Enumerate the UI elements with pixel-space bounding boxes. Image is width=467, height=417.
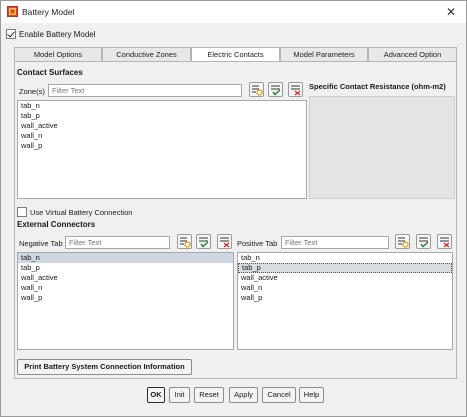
- init-button[interactable]: Init: [169, 387, 190, 403]
- check-list-icon: [419, 237, 429, 248]
- ok-button[interactable]: OK: [147, 387, 165, 403]
- positive-select-all-button[interactable]: [395, 234, 410, 249]
- window-title: Battery Model: [22, 7, 75, 17]
- list-item[interactable]: tab_n: [18, 253, 233, 263]
- list-item[interactable]: wall_active: [18, 121, 306, 131]
- negative-deselect-button[interactable]: [217, 234, 232, 249]
- check-list-icon: [199, 237, 209, 248]
- app-icon: [7, 6, 18, 17]
- list-item[interactable]: tab_p: [18, 111, 306, 121]
- check-list-icon: [271, 85, 281, 96]
- contact-resistance-area: [309, 96, 455, 199]
- positive-tab-filter-input[interactable]: [281, 236, 389, 249]
- zones-list[interactable]: tab_n tab_p wall_active wall_n wall_p: [17, 100, 307, 199]
- select-checked-zones-button[interactable]: [268, 82, 283, 97]
- list-item[interactable]: wall_p: [18, 293, 233, 303]
- tab-bar: Model Options Conductive Zones Electric …: [14, 47, 457, 62]
- positive-tab-list[interactable]: tab_n tab_p wall_active wall_n wall_p: [237, 252, 453, 350]
- zones-filter-input[interactable]: [48, 84, 242, 97]
- external-connectors-title: External Connectors: [17, 220, 96, 229]
- list-item[interactable]: wall_p: [18, 141, 306, 151]
- list-item[interactable]: wall_n: [238, 283, 452, 293]
- list-item[interactable]: wall_active: [18, 273, 233, 283]
- list-item[interactable]: tab_p: [18, 263, 233, 273]
- select-all-icon: [252, 85, 263, 96]
- virtual-battery-connection-label: Use Virtual Battery Connection: [30, 208, 133, 217]
- tab-model-options[interactable]: Model Options: [14, 47, 102, 61]
- select-all-icon: [180, 237, 191, 248]
- list-item[interactable]: tab_n: [238, 253, 452, 263]
- title-bar: Battery Model ✕: [1, 1, 466, 23]
- apply-button[interactable]: Apply: [229, 387, 258, 403]
- deselect-zones-button[interactable]: [288, 82, 303, 97]
- zones-label: Zone(s): [19, 87, 45, 96]
- negative-tab-list[interactable]: tab_n tab_p wall_active wall_n wall_p: [17, 252, 234, 350]
- deselect-list-icon: [440, 237, 450, 248]
- list-item[interactable]: wall_n: [18, 283, 233, 293]
- negative-tab-label: Negative Tab: [19, 239, 63, 248]
- tab-advanced-option[interactable]: Advanced Option: [368, 47, 457, 61]
- cancel-button[interactable]: Cancel: [262, 387, 296, 403]
- list-item[interactable]: tab_p: [238, 263, 452, 273]
- print-connection-info-button[interactable]: Print Battery System Connection Informat…: [17, 359, 192, 375]
- electric-contacts-panel: Contact Surfaces Zone(s) Filter Text tab…: [14, 61, 457, 379]
- list-item[interactable]: wall_active: [238, 273, 452, 283]
- tab-electric-contacts[interactable]: Electric Contacts: [191, 47, 280, 62]
- tab-model-parameters[interactable]: Model Parameters: [280, 47, 368, 61]
- list-item[interactable]: tab_n: [18, 101, 306, 111]
- positive-tab-label: Positive Tab: [237, 239, 278, 248]
- list-item[interactable]: wall_p: [238, 293, 452, 303]
- battery-model-dialog: Battery Model ✕ Enable Battery Model Mod…: [0, 0, 467, 417]
- negative-tab-filter-input[interactable]: [65, 236, 170, 249]
- deselect-list-icon: [220, 237, 230, 248]
- negative-select-checked-button[interactable]: [196, 234, 211, 249]
- close-icon[interactable]: ✕: [442, 3, 460, 21]
- positive-select-checked-button[interactable]: [416, 234, 431, 249]
- select-all-zones-button[interactable]: [249, 82, 264, 97]
- contact-surfaces-title: Contact Surfaces: [17, 68, 83, 77]
- list-item[interactable]: wall_n: [18, 131, 306, 141]
- contact-resistance-title: Specific Contact Resistance (ohm-m2): [309, 82, 446, 91]
- deselect-list-icon: [291, 85, 301, 96]
- virtual-battery-connection-checkbox[interactable]: [17, 207, 27, 217]
- tab-conductive-zones[interactable]: Conductive Zones: [102, 47, 191, 61]
- help-button[interactable]: Help: [299, 387, 324, 403]
- enable-battery-model-label: Enable Battery Model: [19, 30, 96, 39]
- reset-button[interactable]: Reset: [194, 387, 224, 403]
- select-all-icon: [398, 237, 409, 248]
- positive-deselect-button[interactable]: [437, 234, 452, 249]
- enable-battery-model-checkbox[interactable]: [6, 29, 16, 39]
- negative-select-all-button[interactable]: [177, 234, 192, 249]
